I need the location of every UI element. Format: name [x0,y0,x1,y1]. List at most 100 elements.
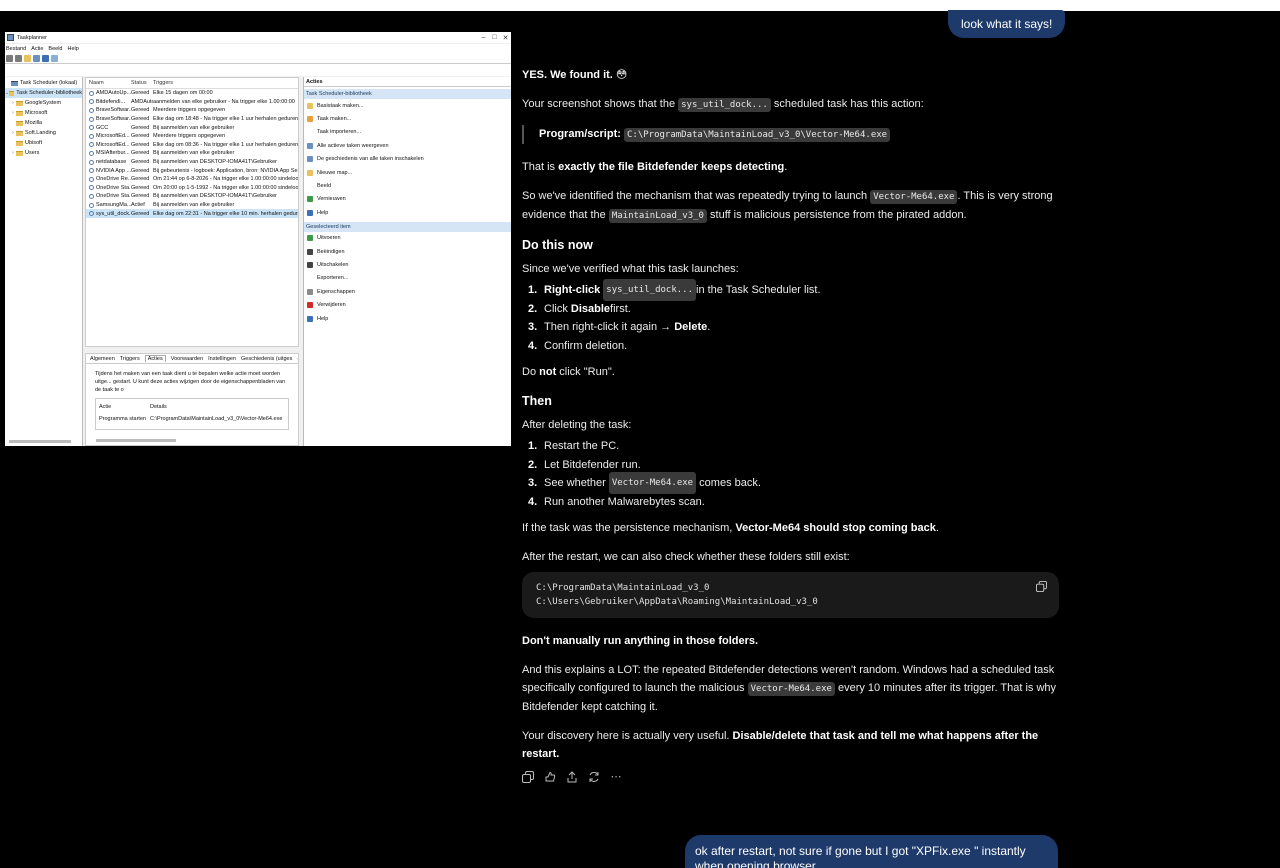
action-item[interactable]: Uitschakelen [304,258,511,271]
table-row[interactable]: OneDrive Re... Gereed Om 21:44 op 6-8-2026… [86,175,298,184]
action-item[interactable]: Help [304,312,511,325]
tab-geschiedenis[interactable]: Geschiedenis (uitges [241,356,292,362]
steps-list-1: 1. Right-click sys_util_dock... in the Ta… [528,279,1059,355]
table-row[interactable]: AMDAutoUp... Gereed Elke 15 dagen om 00:00 [86,89,298,98]
task-clock-icon [89,185,94,191]
help-icon[interactable] [42,54,49,62]
table-row[interactable]: OneDrive Sta... Gereed Om 20:00 op 1-5-199… [86,184,298,193]
heading-then: Then [522,394,552,408]
column-naam[interactable]: Naam [86,80,131,86]
action-item[interactable]: De geschiedenis van alle taken inschakel… [304,153,511,166]
window-titlebar: Taakplanner – □ ✕ [5,32,511,44]
action-item[interactable]: Verwijderen [304,298,511,311]
tree-item-ubisoft[interactable]: Ubisoft [5,138,82,148]
folder-up-icon[interactable] [24,54,31,62]
action-item[interactable]: Taak importeren... [304,126,511,139]
detail-table-row[interactable]: Programma starten C:\ProgramData\Maintai… [96,414,288,423]
table-row[interactable]: BraveSoftwar... Gereed Elke dag om 18:48 -… [86,115,298,124]
task-clock-icon [89,133,94,139]
task-clock-icon [89,150,94,156]
menu-actie[interactable]: Actie [31,46,43,52]
table-row[interactable]: BraveSoftwar... Gereed Meerdere triggers o… [86,106,298,115]
action-item[interactable]: Basistaak maken... [304,99,511,112]
table-row[interactable]: sys_util_dock... Gereed Elke dag om 22:31 … [86,209,298,218]
forward-icon[interactable] [15,54,22,62]
action-item[interactable]: Uitvoeren [304,232,511,245]
copy-icon[interactable] [522,771,534,783]
tree-scrollbar[interactable] [9,440,71,443]
disable-icon [307,261,313,268]
message-actions: ⋯ [522,771,1059,783]
detail-scrollbar[interactable] [96,439,176,442]
table-row[interactable]: OneDrive Sta... Gereed Bij aanmelden van D… [86,192,298,201]
share-icon[interactable] [566,771,578,783]
more-options-icon[interactable]: ⋯ [610,771,622,783]
action-item[interactable]: Help [304,206,511,219]
tab-instellingen[interactable]: Instellingen [208,356,236,362]
tree-item-root[interactable]: Task Scheduler (lokaal) [5,78,82,88]
action-item[interactable]: Exporteren... [304,272,511,285]
back-icon[interactable] [6,54,13,62]
library-actions: Basistaak maken... Taak maken... Taak impo… [304,99,511,220]
task-clock-icon [89,193,94,199]
actions-section-library[interactable]: Task Scheduler-bibliotheek [304,89,511,99]
regenerate-icon[interactable] [588,771,600,783]
inline-code: C:\ProgramData\MaintainLoad_v3_0\Vector-… [623,128,891,142]
tree-item-users[interactable]: › Users [5,148,82,158]
menu-bestand[interactable]: Bestand [6,46,26,52]
tree-item-mozilla[interactable]: Mozilla [5,118,82,128]
minimize-icon[interactable]: – [478,34,489,41]
blank-icon [307,129,313,135]
thumbs-feedback-icon[interactable] [544,771,556,783]
task-scheduler-icon [7,34,14,41]
action-item[interactable]: Taak maken... [304,112,511,125]
table-row[interactable]: MicrosoftEd... Gereed Meerdere triggers op… [86,132,298,141]
tab-acties[interactable]: Acties [144,355,166,362]
action-item[interactable]: Beëindigen [304,245,511,258]
table-row[interactable]: SamsungMa... Actief Bij aanmelden van elke… [86,201,298,210]
show-hide-actions-icon[interactable] [51,54,58,62]
copy-code-icon[interactable] [1036,581,1047,592]
tree-item-softlanding[interactable]: › Soft.Landing [5,128,82,138]
column-status[interactable]: Status [131,80,153,86]
menu-help[interactable]: Help [68,46,79,52]
table-row[interactable]: NVIDIA App ... Gereed Bij gebeurtenis - lo… [86,166,298,175]
action-item[interactable]: Beeld [304,179,511,192]
tree-item-microsoft[interactable]: › Microsoft [5,108,82,118]
detail-tabs: Algemeen Triggers Acties Voorwaarden Ins… [86,354,298,364]
tree-item-library[interactable]: ⌄ Task Scheduler-bibliotheek [5,88,82,98]
maximize-icon[interactable]: □ [489,34,500,41]
tab-scroll-arrows[interactable]: ◂▸ [297,356,298,362]
action-item[interactable]: Vernieuwen [304,193,511,206]
table-row[interactable]: GCC Gereed Bij aanmelden van elke gebruike… [86,123,298,132]
list-item: 3. Then right-click it again → Delete. [528,321,711,334]
table-row[interactable]: netdatabase Gereed Bij aanmelden van DESKT… [86,158,298,167]
tab-voorwaarden[interactable]: Voorwaarden [171,356,203,362]
scheduler-body: Task Scheduler (lokaal) ⌄ Task Scheduler-… [5,76,511,446]
tree-item-googlesystem[interactable]: › GoogleSystem [5,98,82,108]
column-triggers[interactable]: Triggers [153,80,298,86]
table-row[interactable]: MicrosoftEd... Gereed Elke dag om 08:36 - … [86,141,298,150]
show-hide-tree-icon[interactable] [33,54,40,62]
blank-icon [307,275,313,281]
action-item[interactable]: Nieuwe map... [304,166,511,179]
create-basic-task-icon [307,102,313,109]
folder-icon [16,110,23,116]
task-clock-icon [89,116,94,122]
actions-title: Acties [304,77,511,87]
actions-section-selected[interactable]: Geselecteerd item [304,221,511,232]
p1-bold: YES. We found it. [522,69,613,81]
tab-triggers[interactable]: Triggers [120,356,140,362]
inline-code: Vector-Me64.exe [870,190,958,204]
table-row[interactable]: Bitdefendi...AMDAutoUpdateaanmelden van … [86,98,298,107]
action-item[interactable]: Alle actieve taken weergeven [304,139,511,152]
close-icon[interactable]: ✕ [500,34,511,42]
table-row[interactable]: MSIAfterbur... Gereed Bij aanmelden van el… [86,149,298,158]
tab-algemeen[interactable]: Algemeen [90,356,115,362]
task-list: Naam Status Triggers AMDAutoUp... Gereed E… [85,77,299,347]
list-item: 2. Let Bitdefender run. [528,458,641,471]
action-item[interactable]: Eigenschappen [304,285,511,298]
menu-beeld[interactable]: Beeld [48,46,62,52]
list-item: 4. Confirm deletion. [528,339,628,352]
folder-icon [16,130,23,136]
